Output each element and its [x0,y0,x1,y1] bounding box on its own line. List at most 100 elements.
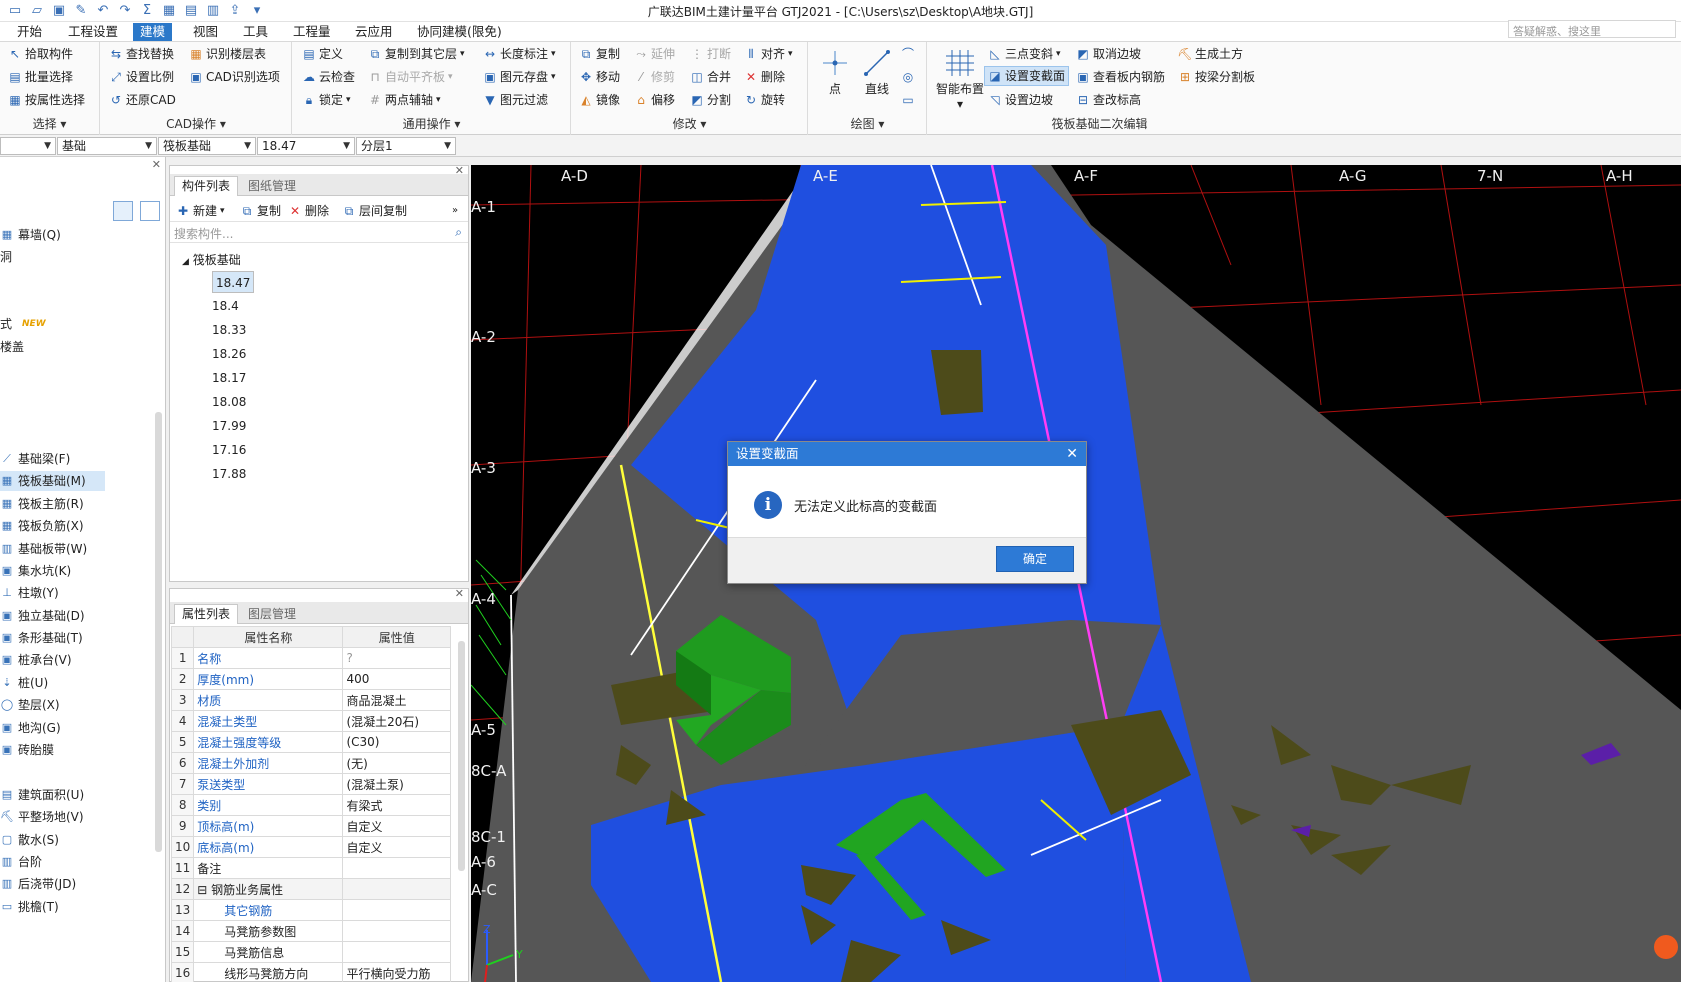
component-item[interactable]: 17.99 [212,415,246,437]
nav-item[interactable]: ▦ 筏板主筋(R) [0,494,84,514]
component-item[interactable]: 18.08 [212,391,246,413]
collapse-icon[interactable]: ◢ [182,257,189,267]
edit-elevation-button[interactable]: ⊟ 查改标高 [1076,90,1141,110]
length-dim-button[interactable]: ↔ 长度标注 ▾ [483,44,556,64]
set-variable-section-button[interactable]: ◪ 设置变截面 [984,66,1070,86]
tab-project-settings[interactable]: 工程设置 [61,23,125,41]
break-button[interactable]: ⋮ 打断 [690,44,731,64]
property-row[interactable]: 13 其它钢筋 [170,899,451,921]
auto-align-slab-button[interactable]: ⊓ 自动平齐板 ▾ [368,67,452,87]
property-value[interactable] [342,920,451,942]
property-row[interactable]: 15 马凳筋信息 [170,941,451,963]
property-row[interactable]: 6 混凝土外加剂 (无) [170,752,451,774]
split-button[interactable]: ◩ 分割 [690,90,731,110]
property-value[interactable]: 自定义 [342,815,451,837]
define-button[interactable]: ▤ 定义 [302,44,343,64]
property-row[interactable]: 14 马凳筋参数图 [170,920,451,942]
tab-quantities[interactable]: 工程量 [286,23,338,41]
tab-view[interactable]: 视图 [186,23,225,41]
property-row[interactable]: 3 材质 商品混凝土 [170,689,451,711]
arc-tool-icon[interactable]: ⌒ [901,44,915,64]
component-item[interactable]: 17.88 [212,463,246,485]
component-item[interactable]: 17.16 [212,439,246,461]
smart-layout-button[interactable]: 智能布置 ▾ [934,46,986,111]
nav-item[interactable]: ▥ 基础板带(W) [0,539,87,559]
rotate-button[interactable]: ↻ 旋转 [744,90,785,110]
trim-button[interactable]: ⁄ 修剪 [634,67,675,87]
nav-item[interactable]: ▣ 集水坑(K) [0,561,71,581]
split-slab-by-beam-button[interactable]: ⊞ 按梁分割板 [1178,67,1255,87]
copy-between-floors-button[interactable]: ⧉ 层间复制 [342,201,407,221]
property-value[interactable]: 400 [342,668,451,690]
property-row[interactable]: 5 混凝土强度等级 (C30) [170,731,451,753]
nav-item[interactable]: ▦ 筏板负筋(X) [0,516,84,536]
set-edge-slope-button[interactable]: ◹ 设置边坡 [988,90,1053,110]
nav-item[interactable]: ▥ 后浇带(JD) [0,874,76,894]
move-button[interactable]: ✥ 移动 [579,67,620,87]
search-icon[interactable]: ⌕ [455,225,462,240]
property-row[interactable]: 11 备注 [170,857,451,879]
property-value[interactable] [342,941,451,963]
nav-item[interactable]: ▣ 桩承台(V) [0,650,72,670]
grid-view-icon[interactable] [140,201,160,221]
nav-item[interactable]: ⛏ 平整场地(V) [0,807,84,827]
property-value[interactable]: (混凝土泵) [342,773,451,795]
lock-button[interactable]: 🔒︎ 锁定 ▾ [302,90,351,110]
nav-item[interactable]: ◯ 垫层(X) [0,695,60,715]
property-value[interactable]: (混凝土20石) [342,710,451,732]
component-item[interactable]: 18.47 [212,271,255,293]
nav-item[interactable]: ⇣ 桩(U) [0,673,48,693]
property-close-icon[interactable]: ✕ [455,587,464,600]
nav-item[interactable]: ▢ 散水(S) [0,830,59,850]
collapse-icon[interactable]: ⊟ [197,883,211,897]
component-item[interactable]: 18.4 [212,295,239,317]
category-select[interactable]: 基础 ▼ [57,137,157,155]
restore-cad-button[interactable]: ↺ 还原CAD [109,90,176,110]
cad-options-button[interactable]: ▣ CAD识别选项 [189,67,280,87]
point-button[interactable]: 点 [815,46,855,98]
nav-item[interactable]: 洞 [0,247,12,267]
delete-button[interactable]: ✕ 删除 [744,67,785,87]
delete-component-button[interactable]: ✕ 删除 [288,201,329,221]
extend-button[interactable]: ⤳ 延伸 [634,44,675,64]
property-value[interactable]: 有梁式 [342,794,451,816]
identify-floor-table-button[interactable]: ▦ 识别楼层表 [189,44,266,64]
mirror-button[interactable]: ◭ 镜像 [579,90,620,110]
property-value[interactable]: 平行横向受力筋 [342,962,451,982]
layer-select[interactable]: 分层1 ▼ [356,137,456,155]
tab-start[interactable]: 开始 [10,23,49,41]
tree-root[interactable]: ◢ 筏板基础 [182,249,241,271]
ok-button[interactable]: 确定 [996,546,1074,572]
tab-modeling[interactable]: 建模 [133,23,173,41]
property-row[interactable]: 16 线形马凳筋方向 平行横向受力筋 [170,962,451,982]
offset-button[interactable]: ⌂ 偏移 [634,90,675,110]
circle-tool-icon[interactable]: ◎ [901,67,915,87]
copy-component-button[interactable]: ⧉ 复制 [240,201,281,221]
help-search-input[interactable]: 答疑解惑、搜这里 [1508,20,1676,38]
property-value[interactable] [342,857,451,879]
align-button[interactable]: ⫴ 对齐 ▾ [744,44,792,64]
dialog-close-icon[interactable]: ✕ [1066,442,1078,466]
nav-item[interactable]: ▤ 建筑面积(U) [0,785,84,805]
nav-item[interactable]: ⟋ 基础梁(F) [0,449,70,469]
tab-tools[interactable]: 工具 [236,23,275,41]
batch-select-button[interactable]: ▤ 批量选择 [8,67,73,87]
component-item[interactable]: 18.17 [212,367,246,389]
nav-item[interactable]: 楼盖 [0,337,24,357]
new-component-button[interactable]: ✚ 新建 ▾ [176,201,225,221]
property-value[interactable]: 自定义 [342,836,451,858]
tab-collab[interactable]: 协同建模(限免) [410,23,509,41]
nav-item[interactable]: ▥ 台阶 [0,852,42,872]
three-point-slope-button[interactable]: ◺ 三点变斜 ▾ [988,44,1060,64]
property-row[interactable]: 9 顶标高(m) 自定义 [170,815,451,837]
property-value[interactable]: (无) [342,752,451,774]
property-row[interactable]: 10 底标高(m) 自定义 [170,836,451,858]
nav-item[interactable]: ▣ 条形基础(T) [0,628,83,648]
component-select[interactable]: 18.47 ▼ [257,137,355,155]
tab-component-list[interactable]: 构件列表 [174,176,239,196]
list-view-icon[interactable] [113,201,133,221]
cancel-slope-button[interactable]: ◩ 取消边坡 [1076,44,1141,64]
component-item[interactable]: 18.33 [212,319,246,341]
nav-item[interactable]: ▭ 挑檐(T) [0,897,59,917]
line-button[interactable]: 直线 [857,46,897,98]
